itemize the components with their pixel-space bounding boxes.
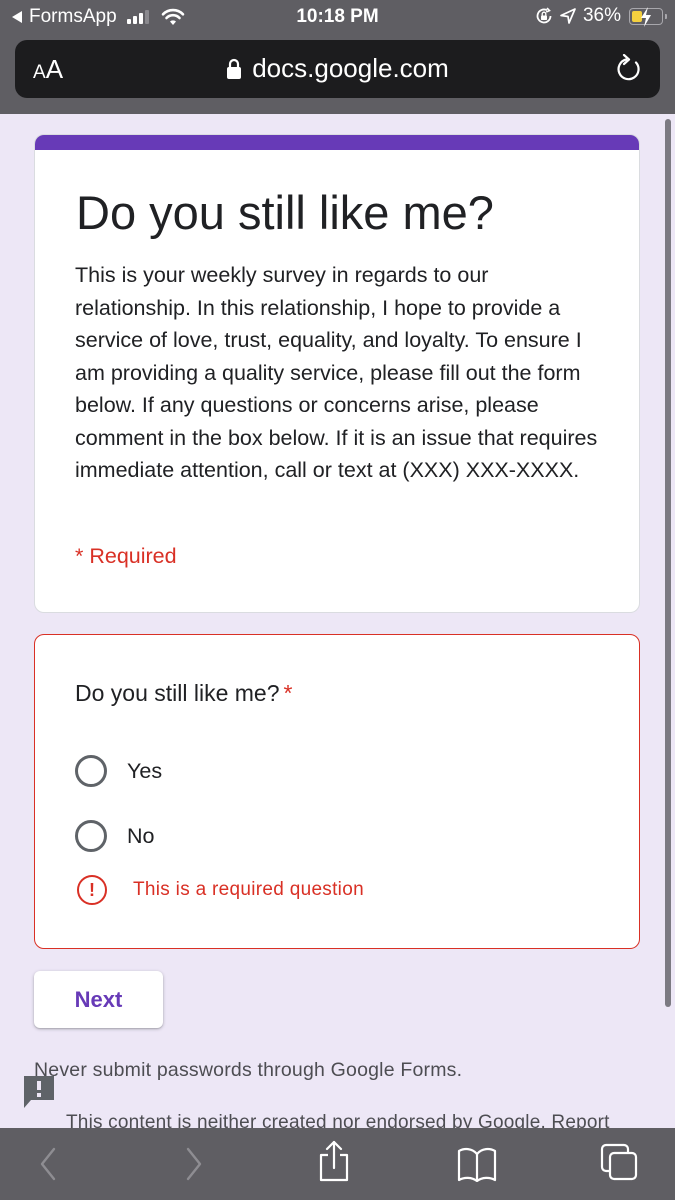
- web-page: Do you still like me? This is your weekl…: [0, 114, 675, 1128]
- form-title: Do you still like me?: [76, 186, 494, 239]
- validation-error: ! This is a required question: [77, 875, 364, 905]
- theme-color-band: [35, 135, 639, 150]
- password-warning: Never submit passwords through Google Fo…: [34, 1059, 463, 1081]
- battery-icon: [629, 6, 667, 27]
- reload-icon[interactable]: [616, 54, 644, 84]
- radio-button-icon[interactable]: [75, 755, 107, 787]
- back-icon[interactable]: [36, 1144, 60, 1184]
- charging-bolt-icon: [641, 6, 651, 27]
- error-icon: !: [77, 875, 107, 905]
- status-bar: FormsApp 10:18 PM 36%: [0, 0, 675, 36]
- bookmarks-icon[interactable]: [456, 1146, 498, 1182]
- option-label: Yes: [127, 758, 163, 783]
- next-button[interactable]: Next: [34, 971, 163, 1028]
- option-label: No: [127, 823, 155, 848]
- url-field[interactable]: docs.google.com: [15, 53, 660, 84]
- question-title: Do you still like me? *: [75, 680, 292, 707]
- error-message: This is a required question: [133, 879, 364, 900]
- scrollbar[interactable]: [665, 119, 671, 1007]
- option-no[interactable]: No: [75, 820, 154, 852]
- browser-top-chrome: FormsApp 10:18 PM 36% AA docs.google.com: [0, 0, 675, 114]
- rotation-lock-icon: [536, 7, 552, 24]
- lock-icon: [227, 58, 242, 79]
- question-text: Do you still like me?: [75, 680, 280, 706]
- option-yes[interactable]: Yes: [75, 755, 162, 787]
- location-icon: [560, 8, 576, 24]
- url-text: docs.google.com: [252, 53, 449, 83]
- form-header-card: Do you still like me? This is your weekl…: [34, 134, 640, 613]
- report-abuse-icon[interactable]: [22, 1074, 56, 1110]
- address-bar: AA docs.google.com: [15, 40, 660, 98]
- radio-button-icon[interactable]: [75, 820, 107, 852]
- tabs-icon[interactable]: [599, 1142, 639, 1182]
- disclaimer: This content is neither created nor endo…: [66, 1112, 610, 1128]
- status-right: 36%: [535, 5, 667, 27]
- question-card: Do you still like me? * Yes No ! This is …: [34, 634, 640, 949]
- browser-bottom-toolbar: [0, 1128, 675, 1200]
- forward-icon[interactable]: [182, 1144, 206, 1184]
- share-icon[interactable]: [316, 1140, 352, 1184]
- required-note: * Required: [75, 544, 177, 568]
- form-description: This is your weekly survey in regards to…: [75, 263, 598, 482]
- battery-percent: 36%: [582, 5, 621, 26]
- required-asterisk: *: [283, 680, 293, 706]
